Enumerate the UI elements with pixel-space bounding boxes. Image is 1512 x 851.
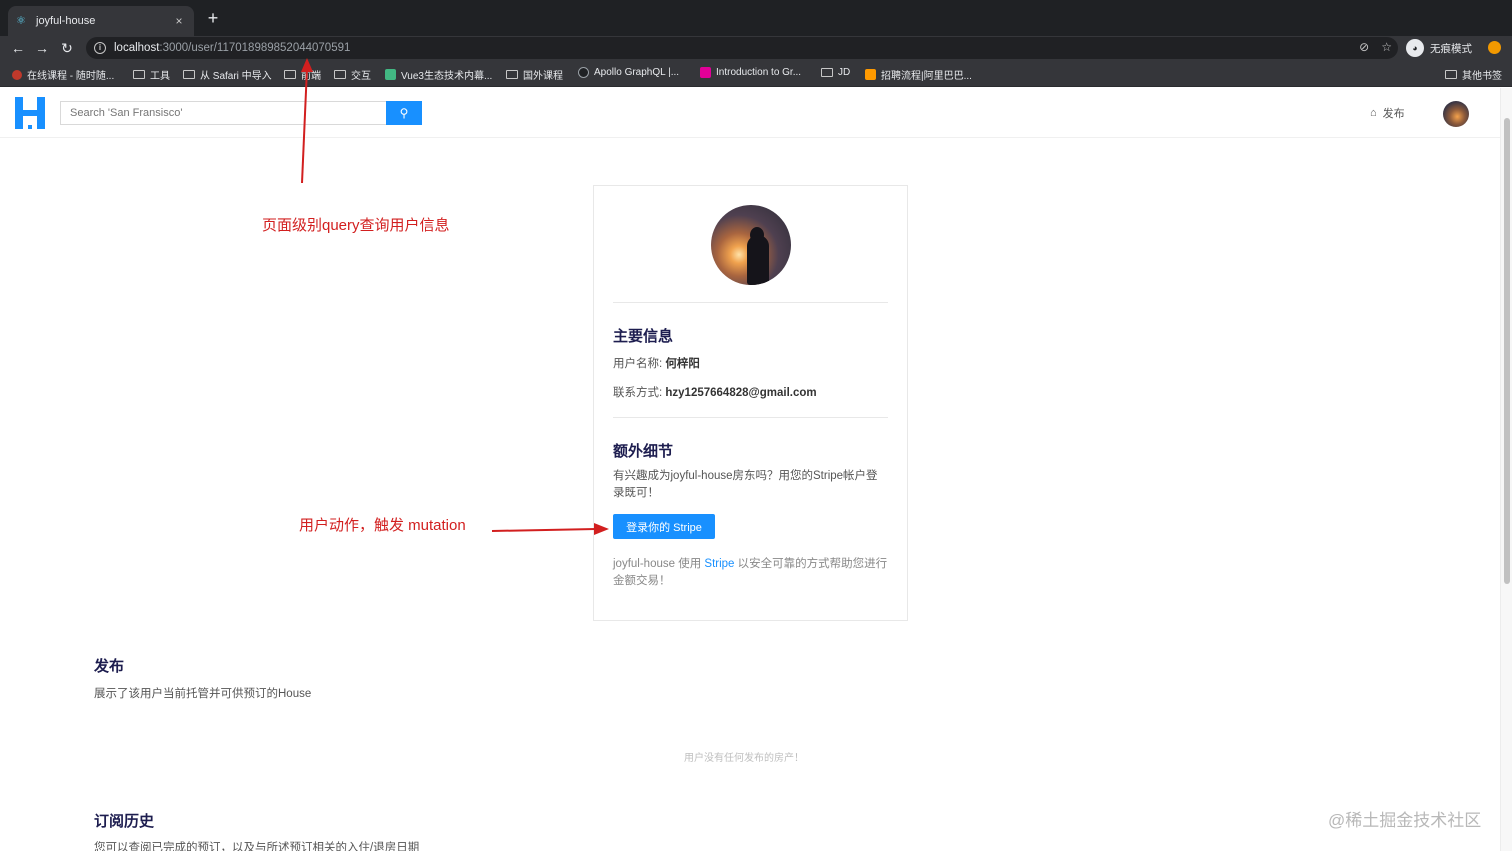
other-bookmarks[interactable]: 其他书签 — [1445, 67, 1502, 82]
folder-icon — [133, 70, 145, 79]
react-favicon-icon: ⚛ — [16, 15, 26, 27]
bookmark-item[interactable]: 国外课程 — [506, 67, 563, 82]
graphql-icon — [700, 67, 711, 78]
site-info-icon[interactable]: i — [94, 42, 106, 54]
watermark: @稀土掘金技术社区 — [1328, 811, 1482, 830]
bookmark-item[interactable]: JD — [821, 67, 850, 78]
browser-tab-strip: ⚛ joyful-house × + — [0, 0, 1512, 36]
house-logo-icon[interactable] — [15, 97, 45, 129]
search-icon: ⚲ — [399, 106, 409, 120]
mutation-annotation: 用户动作，触发 mutation — [299, 517, 466, 534]
reload-icon[interactable]: ↻ — [58, 39, 76, 57]
contact-row: 联系方式: hzy1257664828@gmail.com — [613, 387, 817, 399]
folder-icon — [334, 70, 346, 79]
course-icon — [12, 69, 22, 80]
new-tab-button[interactable]: + — [204, 8, 222, 29]
alibaba-icon — [865, 69, 876, 80]
stripe-link[interactable]: Stripe — [704, 558, 734, 570]
query-annotation: 页面级别query查询用户信息 — [262, 217, 450, 234]
publish-label: 发布 — [1382, 108, 1405, 120]
empty-listings-text: 用户没有任何发布的房产！ — [684, 753, 804, 764]
incognito-indicator[interactable]: ◕ 无痕模式 — [1406, 38, 1472, 58]
user-avatar[interactable] — [1443, 101, 1469, 127]
bookmark-item[interactable]: Introduction to Gr... — [700, 67, 801, 78]
browser-tab[interactable]: ⚛ joyful-house × — [8, 6, 194, 36]
app-header: ⚲ ⌂ 发布 — [0, 88, 1500, 138]
browser-toolbar: ← → ↻ i localhost :3000/user/11701898985… — [0, 36, 1512, 60]
url-host: localhost — [114, 42, 160, 54]
contact-value: hzy1257664828@gmail.com — [665, 387, 817, 399]
username-value: 何梓阳 — [665, 358, 700, 370]
divider — [613, 302, 888, 303]
address-bar[interactable]: i localhost :3000/user/11701898985204407… — [86, 37, 1398, 59]
close-tab-icon[interactable]: × — [172, 14, 186, 28]
incognito-label: 无痕模式 — [1430, 42, 1472, 55]
search-button[interactable]: ⚲ — [386, 101, 422, 125]
vue-icon — [385, 69, 396, 80]
extra-details-desc: 有兴趣成为joyful-house房东吗？用您的Stripe帐户登录既可！ — [613, 470, 878, 499]
extra-details-title: 额外细节 — [613, 443, 674, 460]
stripe-footnote: joyful-house 使用 Stripe 以安全可靠的方式帮助您进行金额交易… — [613, 558, 888, 587]
tab-title: joyful-house — [36, 15, 96, 27]
star-icon[interactable]: ☆ — [1381, 40, 1392, 54]
bookings-title: 订阅历史 — [94, 813, 155, 830]
bookmark-item[interactable]: 工具 — [133, 67, 170, 82]
main-info-title: 主要信息 — [613, 328, 674, 345]
eye-off-icon[interactable]: ⊘ — [1359, 40, 1369, 54]
publish-link[interactable]: ⌂ 发布 — [1370, 105, 1405, 121]
incognito-icon: ◕ — [1406, 39, 1424, 57]
bookmark-item[interactable]: Apollo GraphQL |... — [578, 67, 679, 78]
back-arrow-icon[interactable]: ← — [9, 39, 27, 57]
bookmark-item[interactable]: 从 Safari 中导入 — [183, 67, 272, 82]
page-scrollbar[interactable] — [1500, 88, 1512, 851]
listings-title: 发布 — [94, 658, 125, 675]
stripe-login-button[interactable]: 登录你的 Stripe — [613, 514, 715, 539]
listings-desc: 展示了该用户当前托管并可供预订的House — [94, 688, 312, 700]
folder-icon — [284, 70, 296, 79]
folder-icon — [1445, 70, 1457, 79]
search-input[interactable] — [60, 101, 386, 125]
bookmark-item[interactable]: 前端 — [284, 67, 321, 82]
bookmark-item[interactable]: 交互 — [334, 67, 371, 82]
folder-icon — [821, 68, 833, 77]
bookings-desc: 您可以查阅已完成的预订，以及与所述预订相关的入住/退房日期 — [94, 842, 420, 851]
divider — [613, 417, 888, 418]
username-row: 用户名称: 何梓阳 — [613, 358, 700, 370]
folder-icon — [183, 70, 195, 79]
home-icon: ⌂ — [1370, 107, 1377, 119]
url-path: :3000/user/117018989852044070591 — [159, 42, 351, 54]
bookmark-item[interactable]: 招聘流程|阿里巴巴... — [865, 67, 972, 82]
folder-icon — [506, 70, 518, 79]
apollo-icon — [578, 67, 589, 78]
bookmarks-bar: 在线课程 - 随时随... 工具 从 Safari 中导入 前端 交互 Vue3… — [0, 60, 1512, 87]
forward-arrow-icon[interactable]: → — [33, 39, 51, 57]
extension-icon[interactable] — [1488, 41, 1501, 54]
user-profile-card: 主要信息 用户名称: 何梓阳 联系方式: hzy1257664828@gmail… — [593, 185, 908, 621]
profile-avatar — [711, 205, 791, 285]
scroll-thumb[interactable] — [1504, 118, 1510, 584]
bookmark-item[interactable]: Vue3生态技术内幕... — [385, 67, 492, 82]
bookmark-item[interactable]: 在线课程 - 随时随... — [12, 67, 114, 82]
